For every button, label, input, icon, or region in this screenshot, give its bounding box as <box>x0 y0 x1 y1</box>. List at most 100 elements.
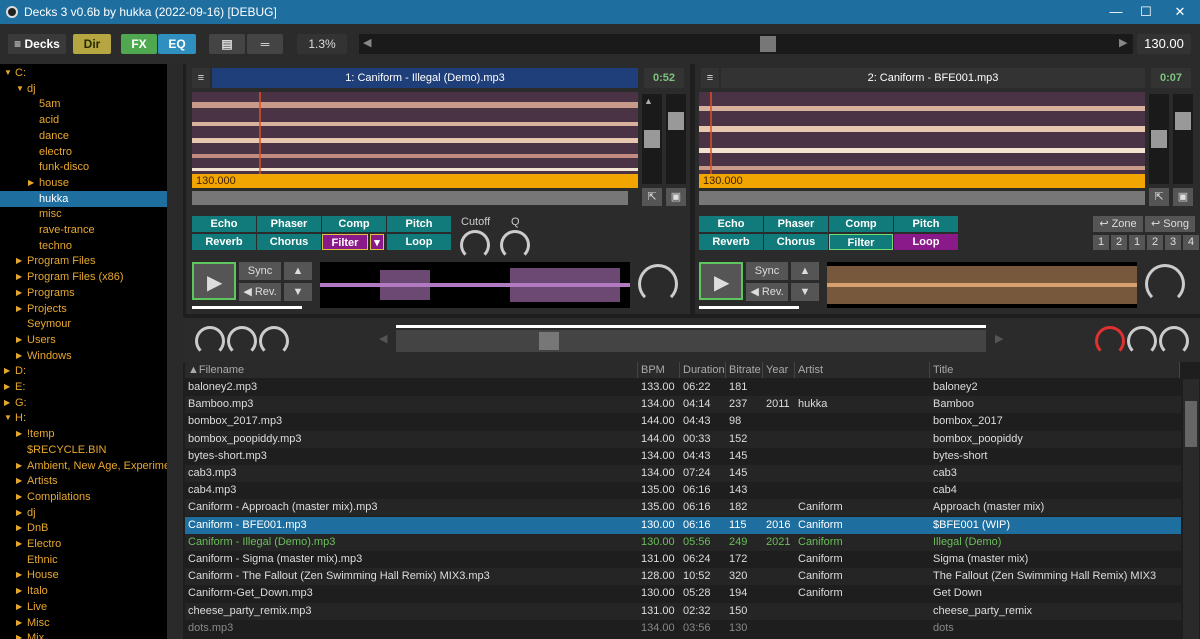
table-row[interactable]: Caniform - Approach (master mix).mp3 135.… <box>185 499 1181 517</box>
collapsed-arrow-icon[interactable]: ▶ <box>16 505 22 521</box>
table-row[interactable]: bytes-short.mp3 134.00 04:43 145 bytes-short <box>185 448 1181 465</box>
collapsed-arrow-icon[interactable]: ▶ <box>16 348 22 364</box>
deck-1-fx-filter[interactable]: Filter <box>322 234 368 250</box>
close-button[interactable]: ✕ <box>1160 0 1200 24</box>
collapsed-arrow-icon[interactable]: ▶ <box>16 253 22 269</box>
tree-item[interactable]: ▶ House <box>0 567 167 583</box>
expanded-arrow-icon[interactable]: ▼ <box>16 81 24 97</box>
deck-2-fx-phaser[interactable]: Phaser <box>764 216 828 232</box>
collapsed-arrow-icon[interactable]: ▶ <box>16 520 22 536</box>
expanded-arrow-icon[interactable]: ▼ <box>4 410 12 426</box>
tree-item[interactable]: ▶ Italo <box>0 583 167 599</box>
tree-item[interactable]: acid <box>0 112 167 128</box>
tree-item[interactable]: $RECYCLE.BIN <box>0 442 167 458</box>
deck-1-position-bar[interactable] <box>192 191 628 205</box>
deck-2-fx-reverb[interactable]: Reverb <box>699 234 763 250</box>
deck-2-fx-loop[interactable]: Loop <box>894 234 958 250</box>
column-header[interactable]: Artist <box>795 362 930 378</box>
tree-item[interactable]: ▶ Ambient, New Age, Experiment <box>0 458 167 474</box>
library-scrollbar[interactable] <box>1183 379 1199 639</box>
tree-item[interactable]: ▶ Program Files <box>0 253 167 269</box>
deck-1-cutoff-knob[interactable] <box>460 230 490 260</box>
table-row[interactable]: cab3.mp3 134.00 07:24 145 cab3 <box>185 465 1181 482</box>
tempo-slider-thumb[interactable] <box>760 36 776 52</box>
library-scrollbar-thumb[interactable] <box>1185 401 1197 447</box>
tree-item[interactable]: ▶ Programs <box>0 285 167 301</box>
deck-2-song-2[interactable]: 2 <box>1147 235 1163 250</box>
column-header[interactable]: BPM <box>638 362 680 378</box>
collapsed-arrow-icon[interactable]: ▶ <box>16 615 22 631</box>
table-row[interactable]: Caniform - The Fallout (Zen Swimming Hal… <box>185 568 1181 586</box>
deck-1-play-button[interactable]: ▶ <box>192 262 236 300</box>
table-row[interactable]: Caniform - Illegal (Demo).mp3 130.00 05:56… <box>185 533 1181 551</box>
tree-item[interactable]: ▶ house <box>0 175 167 191</box>
deck-2-zoom-thumb[interactable] <box>1151 130 1167 148</box>
table-row[interactable]: bombox_2017.mp3 144.00 04:43 98 bombox_2017 <box>185 413 1181 430</box>
collapsed-arrow-icon[interactable]: ▶ <box>4 395 10 411</box>
tree-item[interactable]: ▶ Windows <box>0 348 167 364</box>
tree-item[interactable]: ▶ dj <box>0 505 167 521</box>
collapsed-arrow-icon[interactable]: ▶ <box>28 175 34 191</box>
deck-1-reverse-button[interactable]: ◀ Rev. <box>239 283 281 301</box>
collapsed-arrow-icon[interactable]: ▶ <box>4 379 10 395</box>
tree-item[interactable]: ▼ dj <box>0 81 167 97</box>
deck-1-fx-reverb[interactable]: Reverb <box>192 234 256 250</box>
table-row[interactable]: Caniform - Sigma (master mix).mp3 131.00 0… <box>185 551 1181 568</box>
deck-2-eject-icon[interactable]: ⇱ <box>1149 188 1169 206</box>
deck-1-fx-loop[interactable]: Loop <box>387 234 451 250</box>
deck-2-position-bar[interactable] <box>699 191 1145 205</box>
deck-1-fx-comp[interactable]: Comp <box>322 216 386 232</box>
tempo-slider[interactable]: ◀ ▶ <box>359 34 1133 54</box>
eq-low-knob-1[interactable] <box>195 326 225 356</box>
deck-2-fx-comp[interactable]: Comp <box>829 216 893 232</box>
deck-1-eject-icon[interactable]: ⇱ <box>642 188 662 206</box>
deck-1-volume-knob[interactable] <box>638 264 678 304</box>
collapsed-arrow-icon[interactable]: ▶ <box>16 332 22 348</box>
tree-item[interactable]: Seymour <box>0 316 167 332</box>
table-row[interactable]: Bamboo.mp3 134.00 04:14 237 2011 hukka Bamboo <box>185 396 1181 414</box>
crossfader-thumb[interactable] <box>539 332 559 350</box>
deck-1-pitch-down-icon[interactable]: ▼ <box>284 283 312 301</box>
deck-1-sync-button[interactable]: Sync <box>239 262 281 280</box>
eq-low-knob-2[interactable] <box>1095 326 1125 356</box>
collapsed-arrow-icon[interactable]: ▶ <box>16 599 22 615</box>
deck-2-fx-echo[interactable]: Echo <box>699 216 763 232</box>
tree-item[interactable]: ▶ !temp <box>0 426 167 442</box>
tree-item[interactable]: rave-trance <box>0 222 167 238</box>
tree-item[interactable]: ▶ DnB <box>0 520 167 536</box>
collapsed-arrow-icon[interactable]: ▶ <box>16 458 22 474</box>
table-row[interactable]: bombox_poopiddy.mp3 144.00 00:33 152 bombox_… <box>185 430 1181 448</box>
tree-item[interactable]: ▼ C: <box>0 65 167 81</box>
dir-button[interactable]: Dir <box>73 34 111 54</box>
tree-item[interactable]: electro <box>0 144 167 160</box>
tree-item[interactable]: ▶ Program Files (x86) <box>0 269 167 285</box>
deck-1-pitch-up-icon[interactable]: ▲ <box>284 262 312 280</box>
tree-item[interactable]: ▶ Live <box>0 599 167 615</box>
deck-2-play-button[interactable]: ▶ <box>699 262 743 300</box>
table-row[interactable]: dots.mp3 134.00 03:56 130 dots <box>185 620 1181 637</box>
deck-2-fx-pitch[interactable]: Pitch <box>894 216 958 232</box>
tree-item[interactable]: ▼ H: <box>0 410 167 426</box>
deck-1-filter-dropdown-icon[interactable]: ▾ <box>370 234 384 250</box>
collapsed-arrow-icon[interactable]: ▶ <box>4 363 10 379</box>
collapsed-arrow-icon[interactable]: ▶ <box>16 583 22 599</box>
tree-item[interactable]: ▶ Compilations <box>0 489 167 505</box>
deck-1-fx-chorus[interactable]: Chorus <box>257 234 321 250</box>
deck-2-fx-chorus[interactable]: Chorus <box>764 234 828 250</box>
deck-1-fx-phaser[interactable]: Phaser <box>257 216 321 232</box>
collapsed-arrow-icon[interactable]: ▶ <box>16 285 22 301</box>
deck-2-song-4[interactable]: 4 <box>1183 235 1199 250</box>
tree-item[interactable]: ▶ E: <box>0 379 167 395</box>
column-header[interactable]: Title <box>930 362 1180 378</box>
deck-2-pitch-down-icon[interactable]: ▼ <box>791 283 819 301</box>
collapsed-arrow-icon[interactable]: ▶ <box>16 473 22 489</box>
tree-item[interactable]: ▶ G: <box>0 395 167 411</box>
collapsed-arrow-icon[interactable]: ▶ <box>16 630 22 639</box>
column-header[interactable]: Duration <box>680 362 726 378</box>
tree-item[interactable]: dance <box>0 128 167 144</box>
crossfader[interactable] <box>396 330 986 352</box>
deck-2-fx-filter[interactable]: Filter <box>829 234 893 250</box>
tree-item[interactable]: ▶ D: <box>0 363 167 379</box>
eq-high-knob-2[interactable] <box>1159 326 1189 356</box>
column-header[interactable]: Year <box>763 362 795 378</box>
